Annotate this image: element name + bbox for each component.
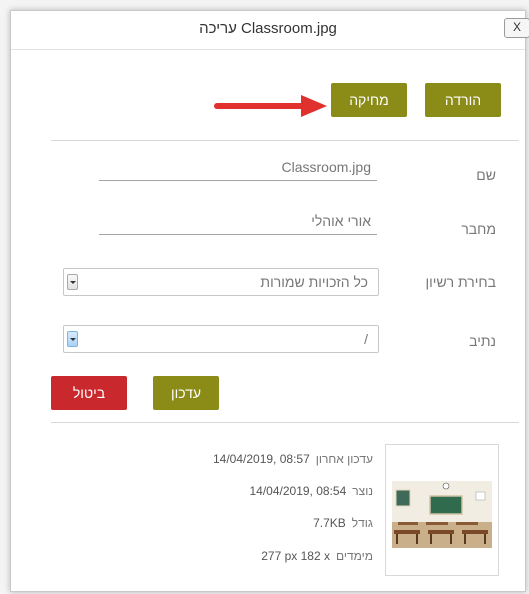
chevron-down-icon[interactable] [67,274,78,290]
delete-button[interactable]: מחיקה [331,83,407,117]
chevron-down-icon[interactable] [67,331,78,347]
license-select-value: כל הזכויות שמורות [260,274,368,290]
download-button[interactable]: הורדה [425,83,501,117]
classroom-image [392,478,492,548]
name-label: שם [476,167,496,183]
license-select[interactable]: כל הזכויות שמורות [63,268,379,296]
file-edit-dialog: עריכה Classroom.jpg X הורדה מחיקה שם מחב… [10,10,529,592]
close-button[interactable]: X [504,18,529,38]
divider [51,422,519,423]
path-select[interactable]: / [63,325,379,353]
last-modified-value: 14/04/2019, 08:57 [213,452,310,466]
dimensions-label: מימדים [335,549,373,563]
dialog-title: עריכה Classroom.jpg [199,20,337,37]
size-label: גודל [351,516,373,530]
size-value: 7.7KB [313,516,346,530]
author-field[interactable] [99,207,377,235]
cancel-button[interactable]: ביטול [51,376,127,410]
last-modified-label: עדכון אחרון [315,452,373,466]
created-value: 14/04/2019, 08:54 [249,484,347,498]
update-button[interactable]: עדכון [153,376,219,410]
name-field[interactable] [99,153,377,181]
divider [51,140,519,141]
image-thumbnail[interactable] [385,444,499,576]
path-label: נתיב [469,333,496,349]
created-label: נוצר [352,484,373,498]
license-label: בחירת רשיון [425,274,496,290]
arrow-pointer-icon [214,95,327,117]
dimensions-row: מימדים 277 px 182 x [261,549,373,563]
author-label: מחבר [461,221,496,237]
size-row: גודל 7.7KB [313,516,373,530]
path-select-value: / [364,331,368,347]
last-modified-row: עדכון אחרון 14/04/2019, 08:57 [213,452,373,466]
dialog-titlebar: עריכה Classroom.jpg X [11,11,529,50]
created-row: נוצר 14/04/2019, 08:54 [249,484,373,498]
dimensions-value: 277 px 182 x [261,549,330,563]
